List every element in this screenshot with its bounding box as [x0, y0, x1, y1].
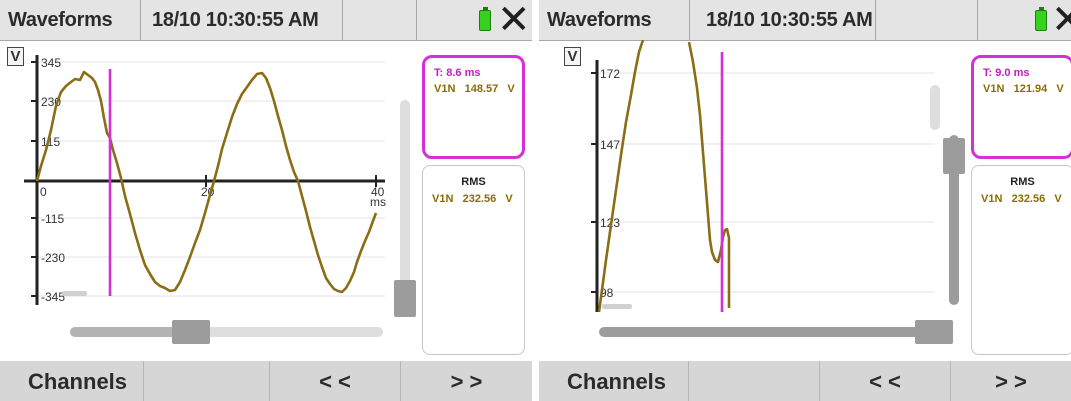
rms-value: 232.56: [1011, 193, 1046, 205]
cursor-readout-panel: T: 9.0 ms V1N 121.94 V: [971, 55, 1071, 159]
close-icon[interactable]: ✕: [497, 0, 531, 40]
empty-softkey[interactable]: [689, 361, 820, 401]
prev-button[interactable]: < <: [270, 361, 401, 401]
y-tick-label: 172: [600, 67, 620, 81]
cursor-value-row: V1N 121.94 V: [983, 83, 1064, 95]
footer-bar: Channels < < > >: [539, 361, 1071, 401]
close-icon[interactable]: ✕: [1051, 0, 1071, 40]
y-tick-label: 115: [41, 135, 60, 149]
cursor-readout-panel: T: 8.6 ms V1N 148.57 V: [422, 55, 525, 159]
horizontal-scroll-thumb[interactable]: [915, 320, 953, 344]
cursor-unit: V: [1056, 83, 1064, 95]
screen-title: Waveforms: [8, 9, 113, 31]
rms-value-row: V1N 232.56 V: [981, 193, 1062, 205]
empty-softkey[interactable]: [144, 361, 270, 401]
header-bar: Waveforms 18/10 10:30:55 AM ✕: [0, 0, 532, 41]
y-tick-label: -345: [41, 290, 65, 304]
horizontal-scroll-track: [599, 327, 949, 337]
channels-button[interactable]: Channels: [539, 361, 689, 401]
date-time: 18/10 10:30:55 AM: [706, 9, 873, 31]
y-tick-label: -230: [41, 251, 65, 265]
waveform-screen-zoomed-out: Waveforms 18/10 10:30:55 AM ✕ V 345 230 …: [0, 0, 532, 401]
rms-panel: RMS V1N 232.56 V: [422, 165, 525, 355]
rms-channel: V1N: [432, 193, 454, 205]
cursor-value: 148.57: [464, 83, 499, 95]
y-tick-label: 345: [41, 56, 61, 70]
cursor-value: 121.94: [1013, 83, 1048, 95]
channels-button[interactable]: Channels: [0, 361, 144, 401]
date-time: 18/10 10:30:55 AM: [152, 9, 319, 31]
rms-title: RMS: [1010, 176, 1035, 188]
x-unit-label: ms: [370, 195, 386, 209]
waveform-screen-zoomed-in: Waveforms 18/10 10:30:55 AM ✕ V 172 147 …: [539, 0, 1071, 401]
screen-title: Waveforms: [547, 9, 652, 31]
footer-bar: Channels < < > >: [0, 361, 532, 401]
battery-icon: [1035, 7, 1047, 31]
horizontal-scroll-thumb[interactable]: [172, 320, 210, 344]
cursor-channel: V1N: [983, 83, 1005, 95]
rms-unit: V: [1054, 193, 1062, 205]
cursor-value-row: V1N 148.57 V: [434, 83, 515, 95]
rms-value-row: V1N 232.56 V: [432, 193, 513, 205]
rms-unit: V: [505, 193, 513, 205]
rms-value: 232.56: [462, 193, 497, 205]
next-button[interactable]: > >: [401, 361, 532, 401]
header-bar: Waveforms 18/10 10:30:55 AM ✕: [539, 0, 1071, 41]
prev-button[interactable]: < <: [820, 361, 951, 401]
cursor-time: T: 8.6 ms: [434, 67, 481, 79]
vertical-scroll-thumb[interactable]: [394, 280, 416, 317]
y-tick-label: 0: [40, 185, 47, 199]
cursor-unit: V: [507, 83, 515, 95]
cursor-channel: V1N: [434, 83, 456, 95]
battery-icon: [479, 7, 491, 31]
cursor-time: T: 9.0 ms: [983, 67, 1030, 79]
y-tick-label: -115: [41, 212, 64, 226]
rms-panel: RMS V1N 232.56 V: [971, 165, 1071, 355]
rms-title: RMS: [461, 176, 486, 188]
next-button[interactable]: > >: [951, 361, 1071, 401]
rms-channel: V1N: [981, 193, 1003, 205]
vertical-scroll-thumb[interactable]: [943, 138, 965, 174]
y-tick-label: 147: [600, 138, 620, 152]
